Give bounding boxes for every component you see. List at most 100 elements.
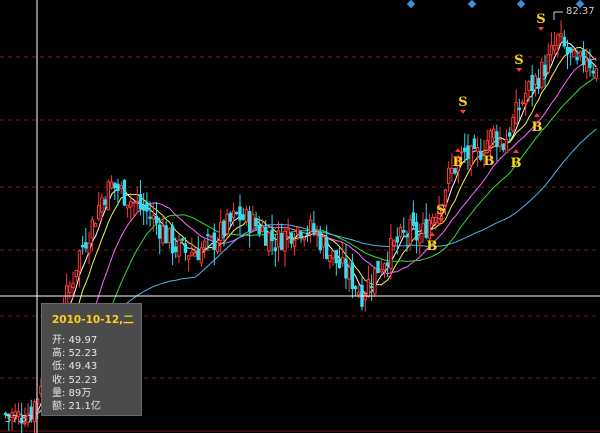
tooltip-volume: 量: 89万 — [52, 387, 92, 399]
signal-sell-2: S — [514, 53, 524, 72]
candle-body — [93, 223, 98, 228]
candle-body — [228, 212, 233, 222]
candle-117 — [379, 259, 383, 274]
candle-body — [148, 216, 152, 219]
candle-body — [414, 221, 419, 241]
candle-33 — [109, 175, 114, 190]
candle-body — [254, 219, 258, 227]
candle-body — [225, 213, 229, 235]
candle-body — [536, 77, 541, 89]
tooltip-low: 低: 49.43 — [52, 361, 98, 373]
candle-32 — [106, 179, 111, 211]
candle-body — [109, 181, 114, 189]
signal-label: B — [511, 156, 522, 171]
candle-body — [530, 74, 534, 92]
signal-label: S — [536, 12, 545, 27]
candle-body — [129, 201, 133, 208]
candle-body — [289, 232, 294, 244]
candle-64 — [209, 234, 213, 241]
candle-body — [164, 225, 168, 244]
signal-arrow — [513, 149, 519, 153]
candle-body — [588, 59, 592, 68]
candle-103 — [334, 250, 339, 276]
signal-label: B — [427, 239, 438, 254]
candle-174 — [562, 30, 566, 49]
candle-120 — [389, 224, 393, 280]
candle-body — [446, 167, 451, 184]
candle-body — [103, 199, 107, 206]
candle-55 — [180, 237, 184, 243]
candle-body — [292, 240, 297, 248]
candle-body — [331, 250, 335, 259]
candle-body — [222, 220, 226, 236]
candle-67 — [219, 209, 223, 253]
signal-label: B — [484, 154, 495, 169]
candle-77 — [251, 205, 255, 231]
candle-179 — [578, 50, 583, 62]
candlestick-chart-window[interactable]: S S S S B B B B B 82.37 37.57 2010-10-12,二 开: 49… — [0, 0, 600, 433]
candle-body — [517, 107, 522, 111]
candle-body — [305, 232, 310, 235]
candle-body — [286, 229, 290, 237]
candle-body — [511, 117, 515, 132]
signal-label: B — [532, 120, 543, 135]
candle-body — [235, 212, 239, 215]
candle-146 — [472, 134, 477, 150]
candle-165 — [533, 73, 538, 97]
candle-155 — [501, 142, 505, 153]
candle-body — [251, 214, 255, 231]
candle-body — [315, 232, 319, 235]
candle-147 — [475, 136, 480, 167]
candle-body — [132, 201, 136, 204]
candle-54 — [177, 234, 181, 264]
candle-body — [350, 262, 355, 290]
candle-158 — [511, 114, 515, 133]
candle-body — [77, 250, 82, 272]
candle-body — [581, 49, 586, 66]
candle-88 — [286, 218, 290, 249]
candle-body — [344, 258, 348, 279]
candle-body — [520, 101, 525, 104]
candle-body — [302, 237, 306, 241]
candle-173 — [559, 20, 563, 44]
candle-body — [100, 197, 104, 213]
candle-160 — [517, 98, 522, 121]
candle-body — [209, 235, 213, 238]
candle-body — [318, 232, 322, 251]
candle-body — [299, 232, 303, 238]
top-marker-2 — [516, 0, 526, 9]
candle-body — [138, 194, 143, 210]
candle-124 — [402, 217, 406, 238]
ohlc-tooltip: 2010-10-12,二 开: 49.97 高: 52.23 低: 49.43 … — [41, 303, 142, 416]
candle-body — [273, 247, 278, 252]
candle-176 — [569, 47, 573, 66]
candle-90 — [292, 232, 297, 256]
candle-body — [376, 260, 380, 274]
candle-body — [540, 61, 544, 88]
candle-37 — [122, 178, 127, 207]
candle-body — [215, 241, 220, 253]
candle-51 — [167, 227, 172, 249]
candle-body — [469, 145, 473, 167]
candle-body — [158, 224, 162, 239]
candle-body — [527, 81, 531, 91]
candle-body — [113, 182, 117, 189]
candle-100 — [324, 225, 329, 260]
signal-label: S — [436, 203, 445, 218]
candle-body — [270, 229, 274, 242]
candle-body — [369, 286, 374, 289]
candle-body — [594, 68, 599, 79]
candle-body — [141, 205, 146, 211]
candle-body — [212, 232, 217, 251]
candle-body — [495, 131, 499, 148]
candle-181 — [585, 48, 589, 80]
candle-38 — [125, 204, 130, 218]
candle-127 — [411, 200, 416, 229]
candle-97 — [315, 225, 319, 248]
candle-body — [324, 237, 329, 260]
candle-154 — [498, 126, 502, 153]
candle-184 — [594, 68, 599, 82]
candle-101 — [328, 254, 332, 269]
signal-arrow — [534, 113, 540, 117]
candle-body — [373, 268, 377, 295]
